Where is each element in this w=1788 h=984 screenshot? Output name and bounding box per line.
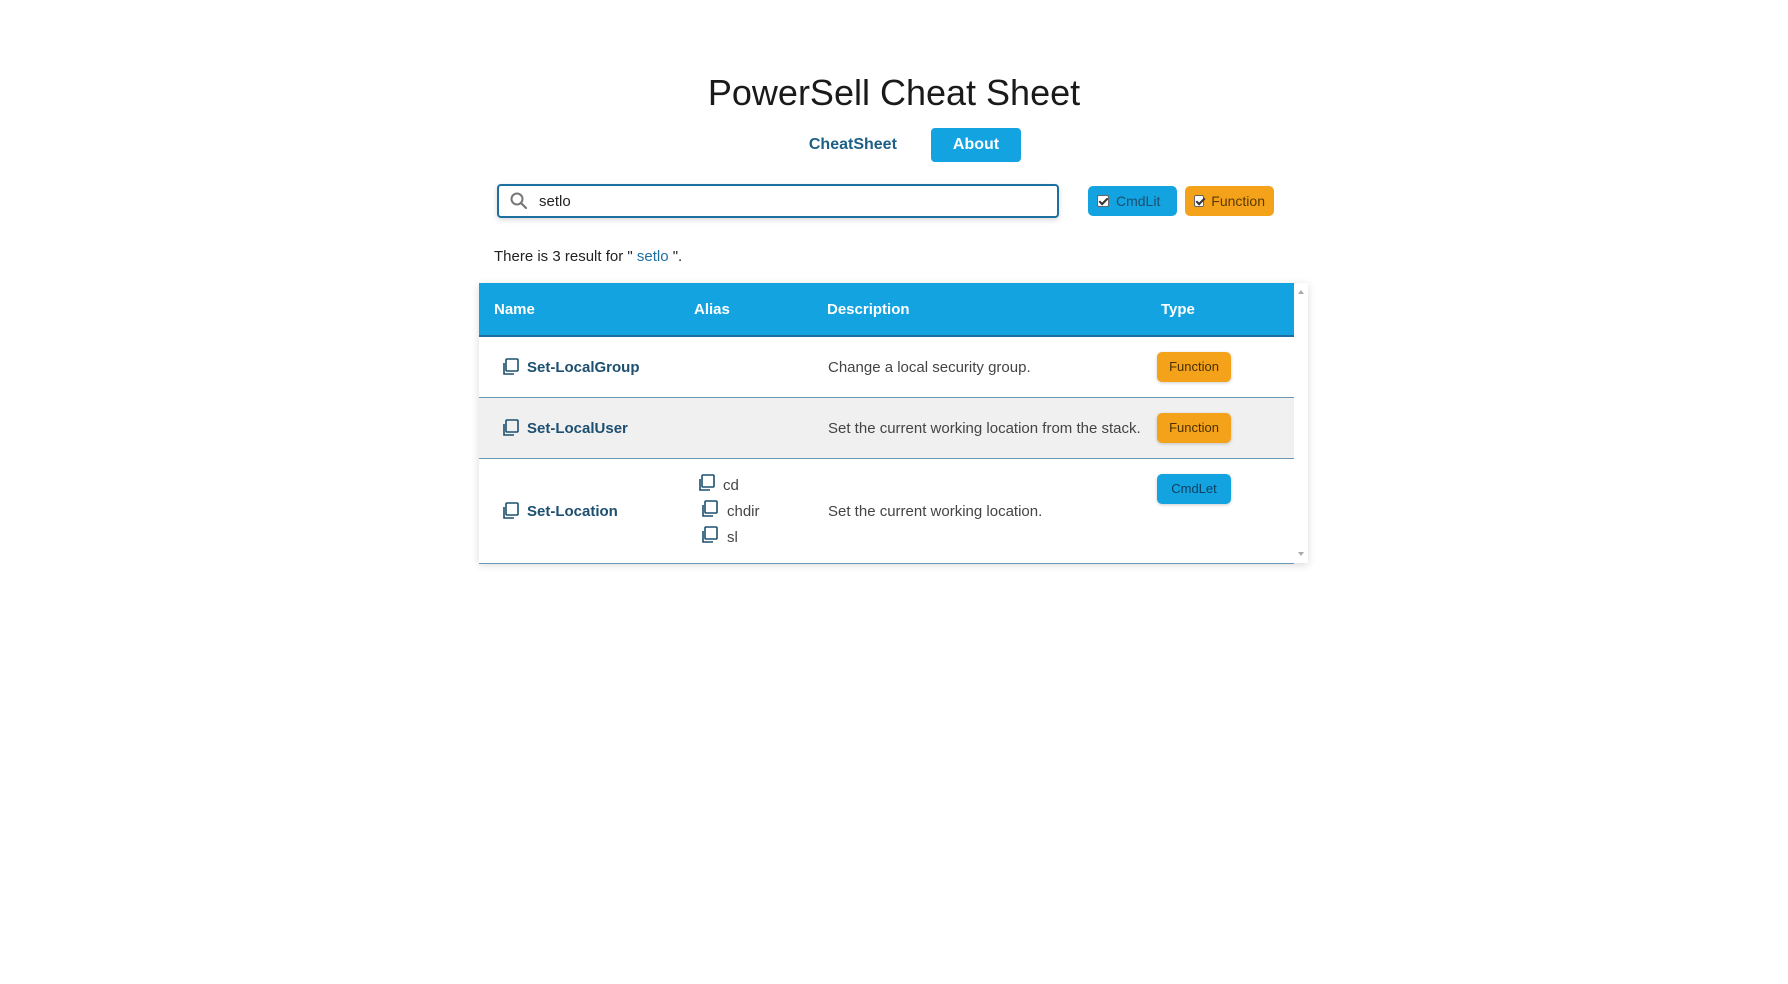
filter-label: CmdLit xyxy=(1116,193,1161,209)
table-header: Name Alias Description Type xyxy=(479,283,1294,337)
copy-icon[interactable] xyxy=(697,474,715,492)
result-query: setlo xyxy=(636,248,669,265)
column-header-type: Type xyxy=(1161,301,1195,318)
copy-icon[interactable] xyxy=(700,500,718,518)
scroll-down-icon[interactable] xyxy=(1298,552,1304,556)
type-badge: CmdLet xyxy=(1157,474,1231,504)
command-description: Set the current working location from th… xyxy=(828,420,1141,437)
filter-label: Function xyxy=(1211,193,1265,209)
type-badge: Function xyxy=(1157,352,1231,382)
scrollbar[interactable] xyxy=(1294,283,1308,563)
column-header-name: Name xyxy=(494,301,535,318)
scroll-up-icon[interactable] xyxy=(1298,290,1304,294)
table-row: Set-LocalUser Set the current working lo… xyxy=(479,398,1294,459)
column-header-description: Description xyxy=(827,301,910,318)
result-prefix: There is 3 result for " xyxy=(494,248,637,265)
column-header-alias: Alias xyxy=(694,301,730,318)
command-description: Change a local security group. xyxy=(828,359,1031,376)
alias-item[interactable]: cd xyxy=(723,477,739,494)
filter-function[interactable]: Function xyxy=(1185,186,1274,216)
table-row: Set-Location cd chdir sl Set the current… xyxy=(479,459,1294,564)
alias-item[interactable]: chdir xyxy=(727,503,760,520)
result-summary: There is 3 result for " setlo ". xyxy=(494,248,682,265)
checkbox-icon[interactable] xyxy=(1194,195,1205,207)
search-box xyxy=(497,184,1059,218)
type-badge: Function xyxy=(1157,413,1231,443)
table-row: Set-LocalGroup Change a local security g… xyxy=(479,337,1294,398)
command-description: Set the current working location. xyxy=(828,503,1043,520)
copy-icon[interactable] xyxy=(700,526,718,544)
command-name[interactable]: Set-Location xyxy=(527,503,618,520)
checkbox-icon[interactable] xyxy=(1097,195,1109,207)
search-input[interactable] xyxy=(537,191,1041,211)
page-title: PowerSell Cheat Sheet xyxy=(707,72,1081,113)
tab-cheatsheet[interactable]: CheatSheet xyxy=(787,128,919,162)
alias-item[interactable]: sl xyxy=(727,529,738,546)
result-suffix: ". xyxy=(668,248,683,265)
copy-icon[interactable] xyxy=(501,502,519,520)
command-name[interactable]: Set-LocalGroup xyxy=(527,359,640,376)
nav-tabs: CheatSheet About xyxy=(0,128,1788,162)
search-icon xyxy=(510,192,528,210)
command-name[interactable]: Set-LocalUser xyxy=(527,420,628,437)
copy-icon[interactable] xyxy=(501,358,519,376)
results-table: Name Alias Description Type Set-LocalGro… xyxy=(479,283,1308,564)
copy-icon[interactable] xyxy=(501,419,519,437)
tab-about[interactable]: About xyxy=(930,128,1022,162)
filter-cmdlit[interactable]: CmdLit xyxy=(1088,186,1177,216)
